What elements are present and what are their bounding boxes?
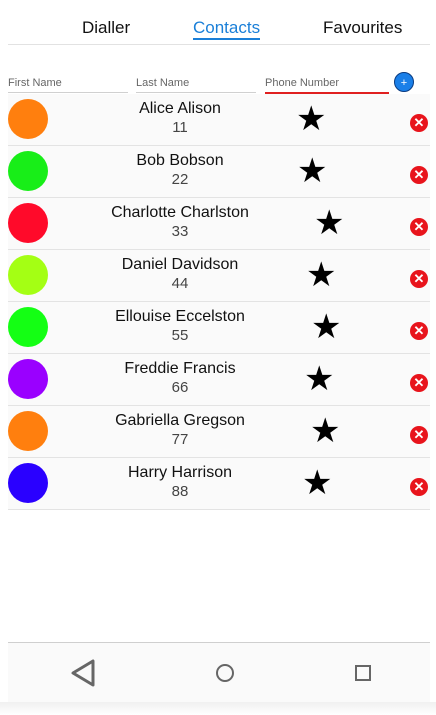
favourite-star-icon[interactable]: ★ bbox=[311, 310, 341, 344]
contact-name: Charlotte Charlston bbox=[111, 204, 249, 221]
contact-row: Charlotte Charlston 33 ★ ✕ bbox=[8, 198, 430, 250]
add-contact-button[interactable]: + bbox=[394, 72, 414, 92]
tab-bar: Dialler Contacts Favourites bbox=[8, 0, 430, 45]
contact-row: Freddie Francis 66 ★ ✕ bbox=[8, 354, 430, 406]
contact-name: Freddie Francis bbox=[124, 360, 236, 377]
favourite-star-icon[interactable]: ★ bbox=[304, 362, 334, 396]
avatar bbox=[8, 99, 48, 139]
contact-phone: 55 bbox=[171, 327, 189, 344]
contact-name: Daniel Davidson bbox=[121, 256, 239, 273]
delete-contact-icon[interactable]: ✕ bbox=[410, 114, 428, 132]
delete-contact-icon[interactable]: ✕ bbox=[410, 218, 428, 236]
bottom-edge bbox=[0, 702, 436, 715]
contact-phone: 88 bbox=[171, 483, 189, 500]
system-nav-bar bbox=[8, 642, 430, 703]
tab-dialler[interactable]: Dialler bbox=[82, 18, 130, 38]
delete-contact-icon[interactable]: ✕ bbox=[410, 374, 428, 392]
contact-row: Daniel Davidson 44 ★ ✕ bbox=[8, 250, 430, 302]
delete-contact-icon[interactable]: ✕ bbox=[410, 166, 428, 184]
avatar bbox=[8, 203, 48, 243]
first-name-input[interactable]: First Name bbox=[8, 74, 128, 93]
contact-phone: 11 bbox=[172, 119, 188, 136]
back-icon[interactable] bbox=[66, 655, 102, 691]
contact-row: Harry Harrison 88 ★ ✕ bbox=[8, 458, 430, 510]
contact-row: Alice Alison 11 ★ ✕ bbox=[8, 94, 430, 146]
home-icon[interactable] bbox=[207, 655, 243, 691]
delete-contact-icon[interactable]: ✕ bbox=[410, 322, 428, 340]
contact-row: Bob Bobson 22 ★ ✕ bbox=[8, 146, 430, 198]
tab-favourites[interactable]: Favourites bbox=[323, 18, 402, 38]
favourite-star-icon[interactable]: ★ bbox=[296, 102, 326, 136]
favourite-star-icon[interactable]: ★ bbox=[306, 258, 336, 292]
favourite-star-icon[interactable]: ★ bbox=[297, 154, 327, 188]
contact-name: Ellouise Eccelston bbox=[115, 308, 245, 325]
contacts-screen: Dialler Contacts Favourites First Name L… bbox=[0, 0, 436, 715]
contact-list: Alice Alison 11 ★ ✕ Bob Bobson 22 ★ ✕ Ch… bbox=[8, 94, 430, 510]
last-name-input[interactable]: Last Name bbox=[136, 74, 256, 93]
contact-name: Bob Bobson bbox=[136, 152, 224, 169]
delete-contact-icon[interactable]: ✕ bbox=[410, 478, 428, 496]
avatar bbox=[8, 151, 48, 191]
tab-contacts[interactable]: Contacts bbox=[193, 18, 261, 40]
avatar bbox=[8, 359, 48, 399]
contact-phone: 66 bbox=[171, 379, 189, 396]
contact-phone: 44 bbox=[171, 275, 189, 292]
favourite-star-icon[interactable]: ★ bbox=[302, 466, 332, 500]
avatar bbox=[8, 307, 48, 347]
contact-name: Alice Alison bbox=[139, 100, 221, 117]
contact-row: Gabriella Gregson 77 ★ ✕ bbox=[8, 406, 430, 458]
favourite-star-icon[interactable]: ★ bbox=[310, 414, 340, 448]
contact-name: Harry Harrison bbox=[127, 464, 232, 481]
add-contact-form: First Name Last Name Phone Number + bbox=[8, 70, 430, 94]
contact-phone: 22 bbox=[171, 171, 189, 188]
contact-phone: 33 bbox=[171, 223, 189, 240]
avatar bbox=[8, 463, 48, 503]
phone-number-input[interactable]: Phone Number bbox=[265, 74, 389, 94]
avatar bbox=[8, 411, 48, 451]
delete-contact-icon[interactable]: ✕ bbox=[410, 426, 428, 444]
avatar bbox=[8, 255, 48, 295]
contact-name: Gabriella Gregson bbox=[115, 412, 245, 429]
delete-contact-icon[interactable]: ✕ bbox=[410, 270, 428, 288]
recents-icon[interactable] bbox=[345, 655, 381, 691]
contact-phone: 77 bbox=[171, 431, 189, 448]
contact-row: Ellouise Eccelston 55 ★ ✕ bbox=[8, 302, 430, 354]
favourite-star-icon[interactable]: ★ bbox=[314, 206, 344, 240]
